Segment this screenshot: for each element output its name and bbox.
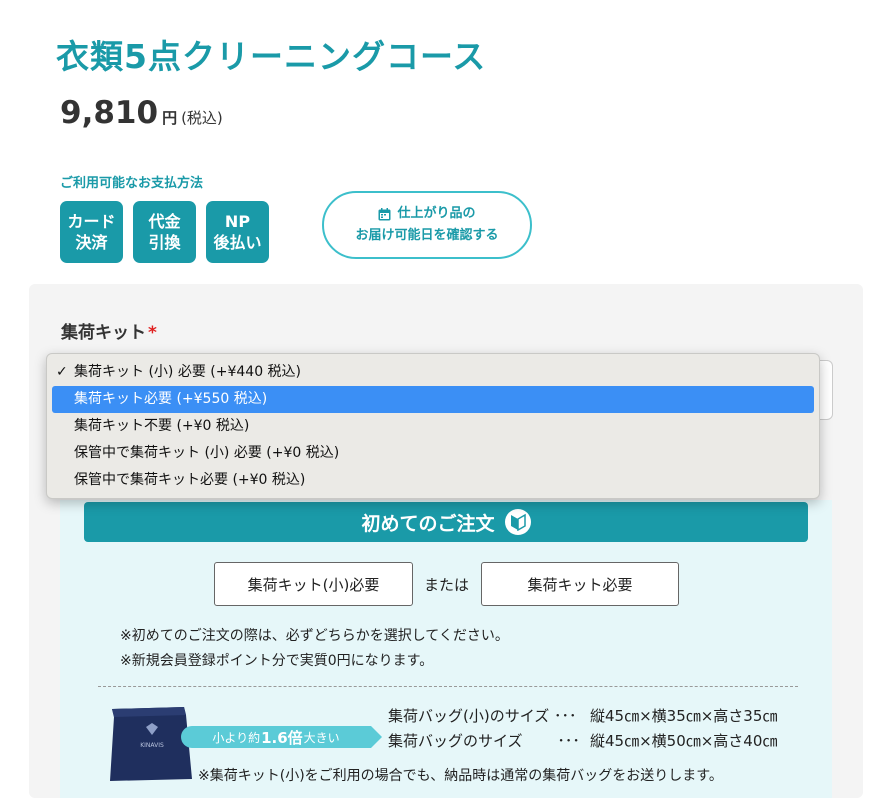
calendar-icon [378, 207, 391, 220]
size-comparison-badge: 小より約 1.6倍 大きい [181, 726, 382, 748]
kit-option-storage-regular[interactable]: 保管中で集荷キット必要 (+¥0 税込) [47, 467, 819, 494]
small-bag-size-spec: 縦45㎝×横35㎝×高さ35㎝ [590, 707, 778, 725]
compare-suffix: 大きい [303, 730, 340, 745]
price-row: 9,810 円 (税込) [60, 95, 223, 131]
payment-methods-heading: ご利用可能なお支払方法 [60, 176, 204, 191]
required-mark: * [148, 323, 157, 343]
payment-badge-cod: 代金 引換 [133, 201, 196, 263]
kit-option-storage-small[interactable]: 保管中で集荷キット (小) 必要 (+¥0 税込) [47, 440, 819, 467]
price-value: 9,810 [60, 95, 159, 131]
delivery-button-line2: お届け可能日を確認する [355, 228, 499, 243]
kit-option-small-required[interactable]: ✓ 集荷キット (小) 必要 (+¥440 税込) [47, 359, 819, 386]
checkmark-icon: ✓ [56, 364, 68, 380]
payment-badge-cod-label: 代金 引換 [148, 212, 181, 252]
payment-badge-card: カード 決済 [60, 201, 123, 263]
first-order-banner: 初めてのご注文 [84, 502, 808, 542]
bag-footnote: ※集荷キット(小)をご利用の場合でも、納品時は通常の集荷バッグをお送りします。 [198, 768, 723, 784]
tax-note: (税込) [181, 109, 223, 127]
product-title: 衣類5点クリーニングコース [56, 37, 487, 76]
kit-select-dropdown[interactable]: ✓ 集荷キット (小) 必要 (+¥440 税込) 集荷キット必要 (+¥550 … [46, 353, 820, 499]
kit-option-label: 保管中で集荷キット (小) 必要 (+¥0 税込) [74, 445, 340, 461]
kit-small-required-button[interactable]: 集荷キット(小)必要 [214, 562, 413, 606]
kit-option-label: 集荷キット (小) 必要 (+¥440 税込) [74, 364, 302, 380]
divider [98, 686, 798, 687]
delivery-button-line1: 仕上がり品の [397, 206, 476, 221]
check-delivery-date-button[interactable]: 仕上がり品の お届け可能日を確認する [322, 191, 532, 259]
compare-arrow-tip [371, 726, 382, 748]
or-text: または [424, 576, 470, 594]
compare-prefix: 小より約 [212, 730, 261, 745]
first-order-note-1: ※初めてのご注文の際は、必ずどちらかを選択してください。 [120, 628, 509, 644]
kit-option-label: 保管中で集荷キット必要 (+¥0 税込) [74, 472, 306, 488]
kit-option-required[interactable]: 集荷キット必要 (+¥550 税込) [52, 386, 814, 413]
kit-label-text: 集荷キット [61, 323, 146, 343]
kit-field-label: 集荷キット * [61, 318, 157, 343]
bag-brand-text: KINAVIS [140, 742, 164, 749]
payment-badge-np: NP 後払い [206, 201, 269, 263]
small-bag-size-label: 集荷バッグ(小)のサイズ ･･･ [388, 707, 577, 725]
first-order-note-2: ※新規会員登録ポイント分で実質0円になります。 [120, 653, 434, 669]
currency-unit: 円 [162, 109, 178, 127]
kit-option-not-required[interactable]: 集荷キット不要 (+¥0 税込) [47, 413, 819, 440]
first-order-banner-text: 初めてのご注文 [361, 512, 495, 535]
payment-badge-card-label: カード 決済 [67, 212, 116, 252]
large-bag-size-label: 集荷バッグのサイズ ･･･ [388, 732, 580, 750]
kit-option-label: 集荷キット不要 (+¥0 税込) [74, 418, 250, 434]
large-bag-size-spec: 縦45㎝×横50㎝×高さ40㎝ [590, 732, 778, 750]
compare-value: 1.6倍 [261, 728, 303, 747]
payment-badge-np-label: NP 後払い [213, 212, 262, 252]
kit-option-label: 集荷キット必要 (+¥550 税込) [74, 391, 268, 407]
beginner-mark-icon [504, 509, 531, 535]
kit-required-button[interactable]: 集荷キット必要 [481, 562, 679, 606]
